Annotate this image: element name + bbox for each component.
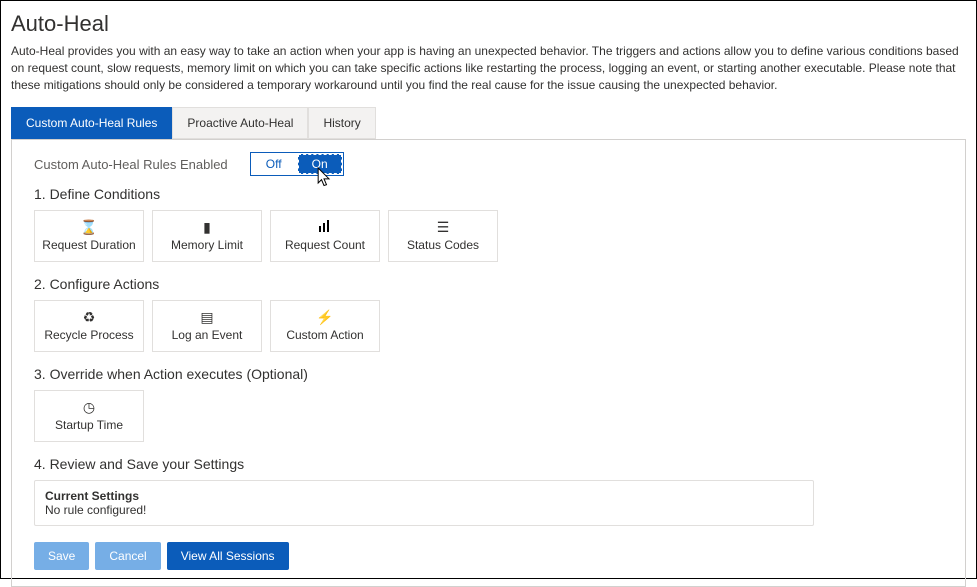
list-icon: ☰ — [437, 220, 450, 234]
tab-history[interactable]: History — [308, 107, 375, 139]
tile-request-count[interactable]: Request Count — [270, 210, 380, 262]
panel-custom-rules: Custom Auto-Heal Rules Enabled Off On 1.… — [11, 139, 966, 587]
tile-label: Custom Action — [286, 328, 363, 342]
tile-memory-limit[interactable]: ▮ Memory Limit — [152, 210, 262, 262]
bar-chart-icon — [318, 220, 332, 234]
section-override: 3. Override when Action executes (Option… — [34, 366, 943, 382]
memory-icon: ▮ — [203, 220, 211, 234]
current-settings-value: No rule configured! — [45, 503, 803, 517]
tile-label: Memory Limit — [171, 238, 243, 252]
tab-custom-rules[interactable]: Custom Auto-Heal Rules — [11, 107, 172, 139]
hourglass-icon: ⌛ — [80, 220, 97, 234]
tile-startup-time[interactable]: ◷ Startup Time — [34, 390, 144, 442]
tile-label: Recycle Process — [44, 328, 133, 342]
tile-label: Log an Event — [172, 328, 243, 342]
tab-bar: Custom Auto-Heal Rules Proactive Auto-He… — [11, 107, 966, 139]
bolt-icon: ⚡ — [316, 310, 333, 324]
page-description: Auto-Heal provides you with an easy way … — [11, 43, 966, 93]
tile-custom-action[interactable]: ⚡ Custom Action — [270, 300, 380, 352]
toggle-off[interactable]: Off — [251, 153, 297, 175]
tile-recycle-process[interactable]: ♻ Recycle Process — [34, 300, 144, 352]
tab-proactive[interactable]: Proactive Auto-Heal — [172, 107, 308, 139]
save-button[interactable]: Save — [34, 542, 89, 570]
page-title: Auto-Heal — [11, 11, 966, 37]
tile-log-event[interactable]: ▤ Log an Event — [152, 300, 262, 352]
tile-label: Request Duration — [42, 238, 135, 252]
section-define-conditions: 1. Define Conditions — [34, 186, 943, 202]
clock-icon: ◷ — [83, 400, 95, 414]
tile-label: Startup Time — [55, 418, 123, 432]
tile-request-duration[interactable]: ⌛ Request Duration — [34, 210, 144, 262]
current-settings-title: Current Settings — [45, 489, 803, 503]
recycle-icon: ♻ — [83, 310, 96, 324]
log-icon: ▤ — [200, 310, 213, 324]
tile-label: Status Codes — [407, 238, 479, 252]
cancel-button[interactable]: Cancel — [95, 542, 160, 570]
section-configure-actions: 2. Configure Actions — [34, 276, 943, 292]
section-review: 4. Review and Save your Settings — [34, 456, 943, 472]
enable-label: Custom Auto-Heal Rules Enabled — [34, 157, 228, 172]
toggle-on[interactable]: On — [298, 154, 342, 174]
current-settings-box: Current Settings No rule configured! — [34, 480, 814, 526]
enable-toggle[interactable]: Off On — [250, 152, 344, 176]
view-all-sessions-button[interactable]: View All Sessions — [167, 542, 289, 570]
tile-status-codes[interactable]: ☰ Status Codes — [388, 210, 498, 262]
tile-label: Request Count — [285, 238, 365, 252]
